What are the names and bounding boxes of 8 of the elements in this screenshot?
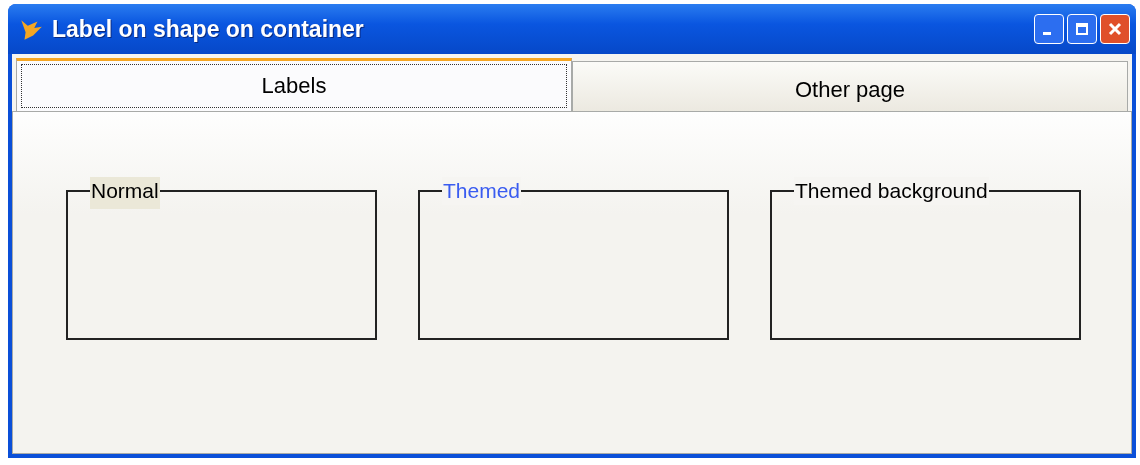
tab[interactable]: Other page xyxy=(572,61,1128,111)
window-title: Label on shape on container xyxy=(52,15,364,43)
tab[interactable]: Labels xyxy=(16,58,572,111)
minimize-button[interactable] xyxy=(1034,14,1064,44)
maximize-button[interactable] xyxy=(1067,14,1097,44)
minimize-icon xyxy=(1043,31,1051,35)
close-button[interactable] xyxy=(1100,14,1130,44)
shape-label: Normal xyxy=(90,177,160,209)
